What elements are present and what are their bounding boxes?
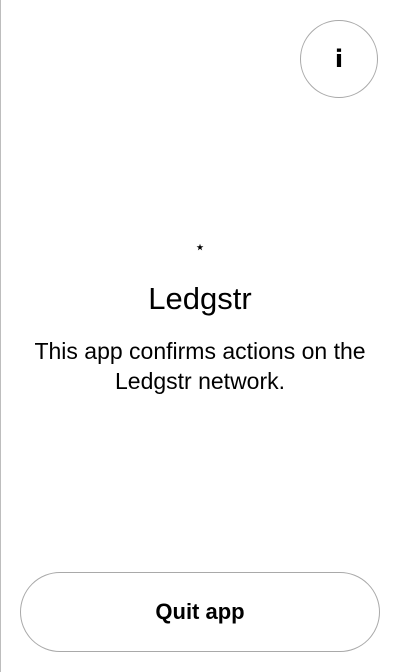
app-title: Ledgstr: [148, 281, 252, 316]
window-left-edge: [0, 0, 1, 672]
info-button[interactable]: i: [300, 20, 378, 98]
app-description: This app confirms actions on the Ledgstr…: [34, 338, 366, 394]
info-icon: i: [334, 45, 344, 73]
app-star-icon: ⋆: [194, 237, 206, 258]
quit-app-button[interactable]: Quit app: [20, 572, 380, 652]
